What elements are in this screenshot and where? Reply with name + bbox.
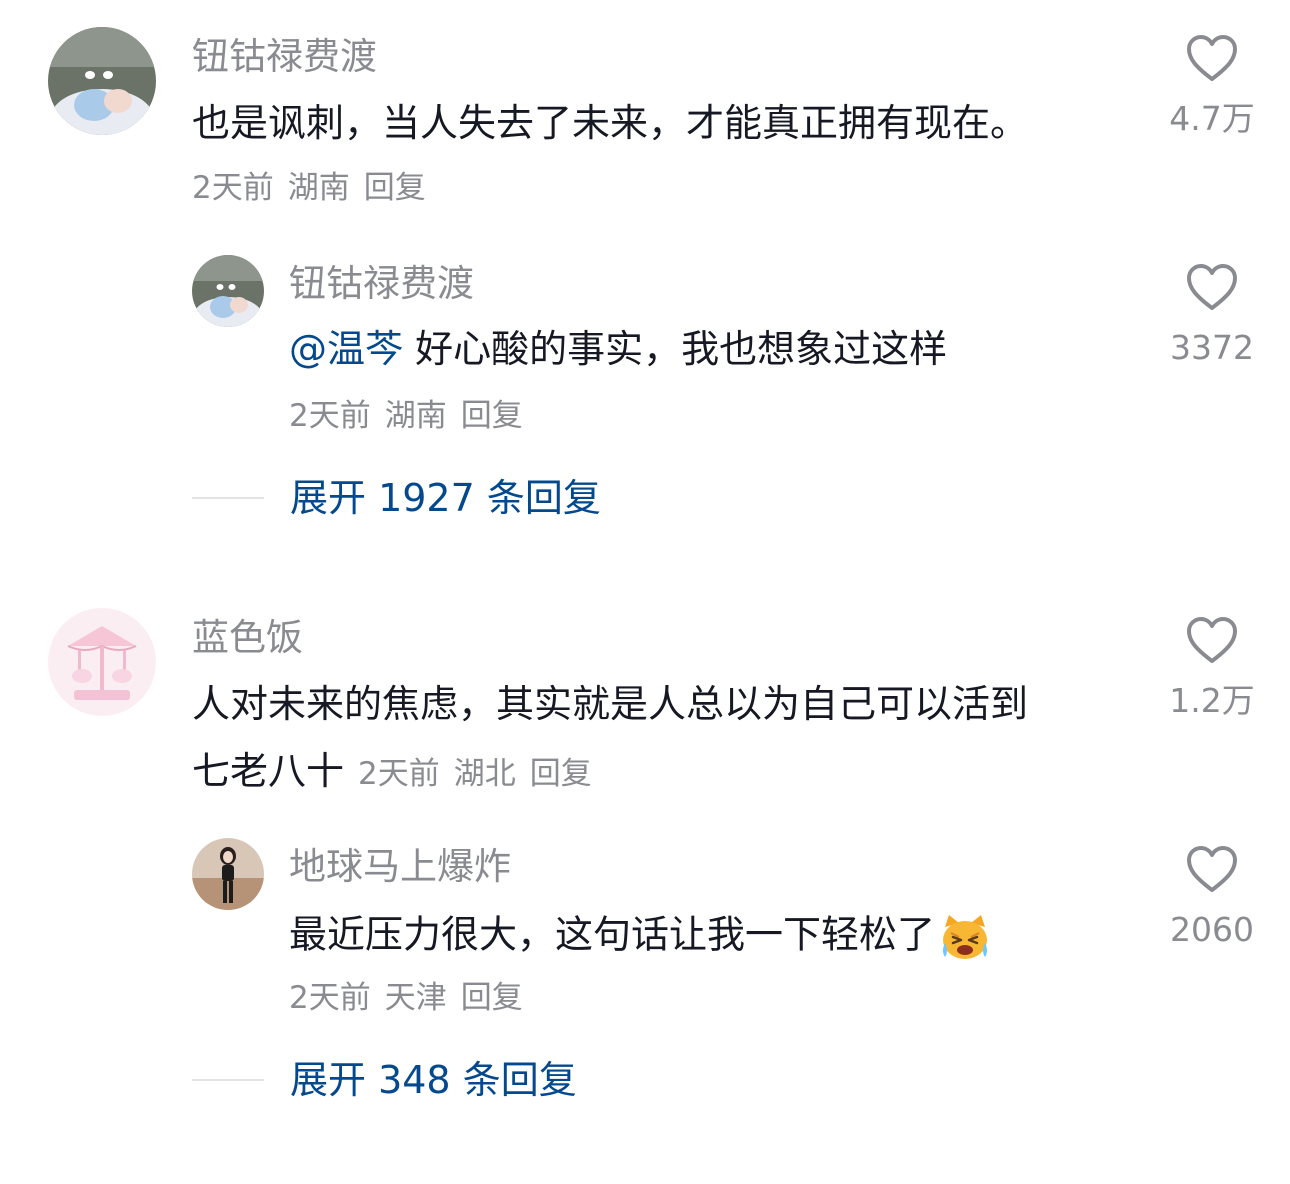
- reply-text: 最近压力很大，这句话让我一下轻松了: [289, 913, 991, 961]
- mention-link[interactable]: @温芩: [289, 327, 403, 371]
- like-button[interactable]: 2060: [1157, 845, 1267, 946]
- like-count: 1.2万: [1169, 681, 1255, 720]
- heart-icon: [1187, 617, 1237, 663]
- crying-cat-emoji: [943, 915, 988, 959]
- avatar[interactable]: [192, 255, 264, 327]
- expand-replies-button[interactable]: 展开 348 条回复: [192, 1060, 577, 1100]
- reply-text-body: 好心酸的事实，我也想象过这样: [415, 327, 948, 371]
- like-count: 3372: [1170, 328, 1254, 367]
- reply-meta: 2天前 湖南 回复: [289, 401, 537, 432]
- avatar-image: [192, 838, 264, 910]
- avatar-image: [192, 255, 264, 327]
- like-count: 2060: [1170, 910, 1254, 949]
- comment-text: 也是讽刺，当人失去了未来，才能真正拥有现在。: [192, 101, 1029, 145]
- comment-meta: 2天前 湖北 回复: [358, 756, 606, 792]
- avatar[interactable]: [48, 27, 156, 135]
- comment-username[interactable]: 钮钴禄费渡: [192, 38, 377, 75]
- comment-time: 2天前: [192, 170, 274, 206]
- like-count: 4.7万: [1169, 99, 1255, 138]
- expand-replies-label: 展开 348 条回复: [290, 1058, 577, 1102]
- expand-replies-button[interactable]: 展开 1927 条回复: [192, 478, 601, 518]
- reply-text-body: 最近压力很大，这句话让我一下轻松了: [289, 912, 936, 957]
- like-button[interactable]: 4.7万: [1157, 34, 1267, 135]
- divider: [192, 497, 264, 499]
- reply-button[interactable]: 回复: [461, 398, 523, 434]
- reply-time: 2天前: [289, 398, 371, 434]
- expand-replies-label: 展开 1927 条回复: [290, 476, 601, 520]
- comment-username[interactable]: 蓝色饭: [192, 619, 303, 656]
- reply-username[interactable]: 钮钴禄费渡: [289, 265, 474, 302]
- heart-icon: [1187, 846, 1237, 892]
- comment-text-tail: 七老八十: [192, 749, 345, 793]
- avatar-image: [48, 27, 156, 135]
- reply-username[interactable]: 地球马上爆炸: [289, 848, 511, 885]
- comment-text-line1: 人对未来的焦虑，其实就是人总以为自己可以活到: [192, 682, 1029, 726]
- reply-time: 2天前: [289, 980, 371, 1016]
- like-button[interactable]: 3372: [1157, 263, 1267, 364]
- reply-location: 湖南: [384, 398, 447, 434]
- avatar-image: [48, 608, 156, 716]
- comment-time: 2天前: [358, 756, 440, 792]
- comment-text-line2: 七老八十 2天前 湖北 回复: [192, 752, 606, 790]
- reply-button[interactable]: 回复: [364, 170, 426, 206]
- reply-location: 天津: [384, 980, 447, 1016]
- reply-meta: 2天前 天津 回复: [289, 983, 537, 1014]
- avatar[interactable]: [192, 838, 264, 910]
- divider: [192, 1079, 264, 1081]
- heart-icon: [1187, 35, 1237, 81]
- comment-meta: 2天前 湖南 回复: [192, 173, 440, 204]
- avatar[interactable]: [48, 608, 156, 716]
- reply-button[interactable]: 回复: [530, 756, 592, 792]
- reply-text: @温芩 好心酸的事实，我也想象过这样: [289, 330, 947, 368]
- comment-location: 湖南: [287, 170, 350, 206]
- heart-icon: [1187, 264, 1237, 310]
- like-button[interactable]: 1.2万: [1157, 616, 1267, 717]
- reply-button[interactable]: 回复: [461, 980, 523, 1016]
- comment-location: 湖北: [453, 756, 516, 792]
